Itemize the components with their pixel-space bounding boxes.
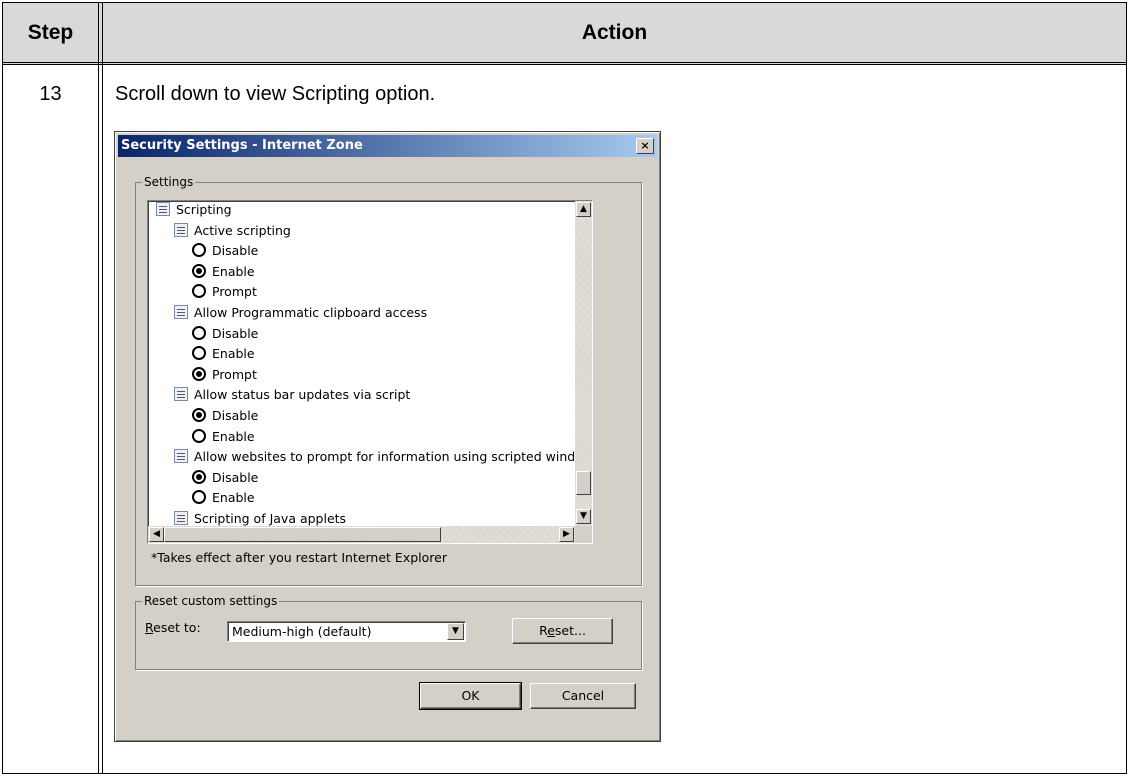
tree-item-label: Allow status bar updates via script [194,387,411,403]
reset-to-accel: R [145,620,154,635]
tree-item-label: Enable [212,428,255,444]
tree-item-label: Disable [212,325,259,341]
tree-option-item[interactable]: Disable [192,241,258,261]
tree-option-item[interactable]: Prompt [192,365,257,385]
column-divider [98,3,103,773]
cancel-button[interactable]: Cancel [530,683,636,709]
vertical-scrollbar[interactable]: ▲ ▼ [575,201,592,526]
radio-unchecked-icon[interactable] [192,325,206,340]
scroll-right-icon[interactable]: ▶ [559,527,574,542]
step-number: 13 [39,83,62,105]
tree-setting-item[interactable]: Allow status bar updates via script [174,385,410,405]
header-step: Step [27,21,74,44]
reset-to-label: Reset to: [145,620,201,635]
reset-legend: Reset custom settings [142,594,280,608]
tree-item-label: Enable [212,346,255,362]
radio-unchecked-icon[interactable] [192,284,206,299]
settings-list-icon [174,222,188,237]
chevron-down-icon[interactable]: ▼ [447,623,464,640]
tree-item-label: Enable [212,263,255,279]
settings-list-icon [156,202,170,216]
horizontal-scroll-thumb[interactable] [164,527,441,542]
radio-checked-icon[interactable] [192,469,206,484]
tree-setting-item[interactable]: Allow Programmatic clipboard access [174,303,427,323]
tree-option-item[interactable]: Disable [192,324,258,344]
tree-option-item[interactable]: Enable [192,427,255,447]
tree-item-label: Disable [212,408,259,423]
tree-item-label: Active scripting [194,222,291,238]
reset-button-post: set... [554,623,586,638]
radio-unchecked-icon[interactable] [192,428,206,443]
radio-checked-icon[interactable] [192,366,206,381]
scroll-down-icon[interactable]: ▼ [576,509,591,524]
vertical-scroll-thumb[interactable] [576,471,591,495]
security-settings-dialog: Security Settings - Internet Zone × Sett… [114,131,661,742]
tree-option-item[interactable]: Enable [192,262,255,282]
tree-item-label: Prompt [212,284,257,300]
settings-list-icon [174,449,188,464]
tree-setting-item[interactable]: Scripting [156,201,232,220]
table-header: Step Action [3,3,1126,65]
settings-legend: Settings [142,175,196,189]
close-icon[interactable]: × [636,138,654,154]
tree-setting-item[interactable]: Active scripting [174,221,291,241]
settings-tree-list[interactable]: Scripting Active scripting Disable Enable Pr… [147,200,593,544]
tree-item-label: Allow websites to prompt for information… [194,449,583,465]
dialog-title: Security Settings - Internet Zone [121,138,363,153]
tree-item-label: Allow Programmatic clipboard access [194,305,428,320]
tree-item-label: Disable [212,469,259,485]
settings-list-icon [174,305,188,319]
radio-checked-icon[interactable] [192,408,206,422]
radio-unchecked-icon[interactable] [192,490,206,505]
ok-button[interactable]: OK [419,682,522,710]
restart-note: *Takes effect after you restart Internet… [151,550,447,565]
tree-option-item[interactable]: Enable [192,344,255,364]
reset-button[interactable]: Reset... [512,618,613,644]
settings-list-icon [174,511,188,525]
reset-button-pre: R [539,623,548,638]
radio-unchecked-icon[interactable] [192,346,206,361]
radio-checked-icon[interactable] [192,263,206,278]
reset-level-value: Medium-high (default) [232,624,372,639]
horizontal-scrollbar[interactable]: ◀ ▶ [148,526,575,543]
step-instruction: Scroll down to view Scripting option. [115,83,436,105]
tree-item-label: Scripting [176,202,232,217]
reset-level-select[interactable]: Medium-high (default) ▼ [227,621,466,642]
radio-unchecked-icon[interactable] [192,243,206,258]
tree-item-label: Enable [212,490,255,506]
scroll-left-icon[interactable]: ◀ [149,527,164,542]
tree-item-label: Scripting of Java applets [194,511,347,526]
scroll-up-icon[interactable]: ▲ [576,202,591,217]
tree-setting-item[interactable]: Allow websites to prompt for information… [174,447,583,467]
tree-item-label: Disable [212,243,259,259]
tree-option-item[interactable]: Enable [192,488,255,508]
reset-button-accel: e [547,623,555,638]
dialog-titlebar[interactable]: Security Settings - Internet Zone × [118,135,657,157]
header-action: Action [581,21,648,44]
tree-option-item[interactable]: Disable [192,468,258,488]
tree-option-item[interactable]: Disable [192,406,258,426]
tree-option-item[interactable]: Prompt [192,282,257,302]
scrollbar-corner [575,526,592,543]
settings-list-icon [174,387,188,402]
reset-to-label-rest: eset to: [153,620,201,635]
tree-item-label: Prompt [212,366,257,382]
